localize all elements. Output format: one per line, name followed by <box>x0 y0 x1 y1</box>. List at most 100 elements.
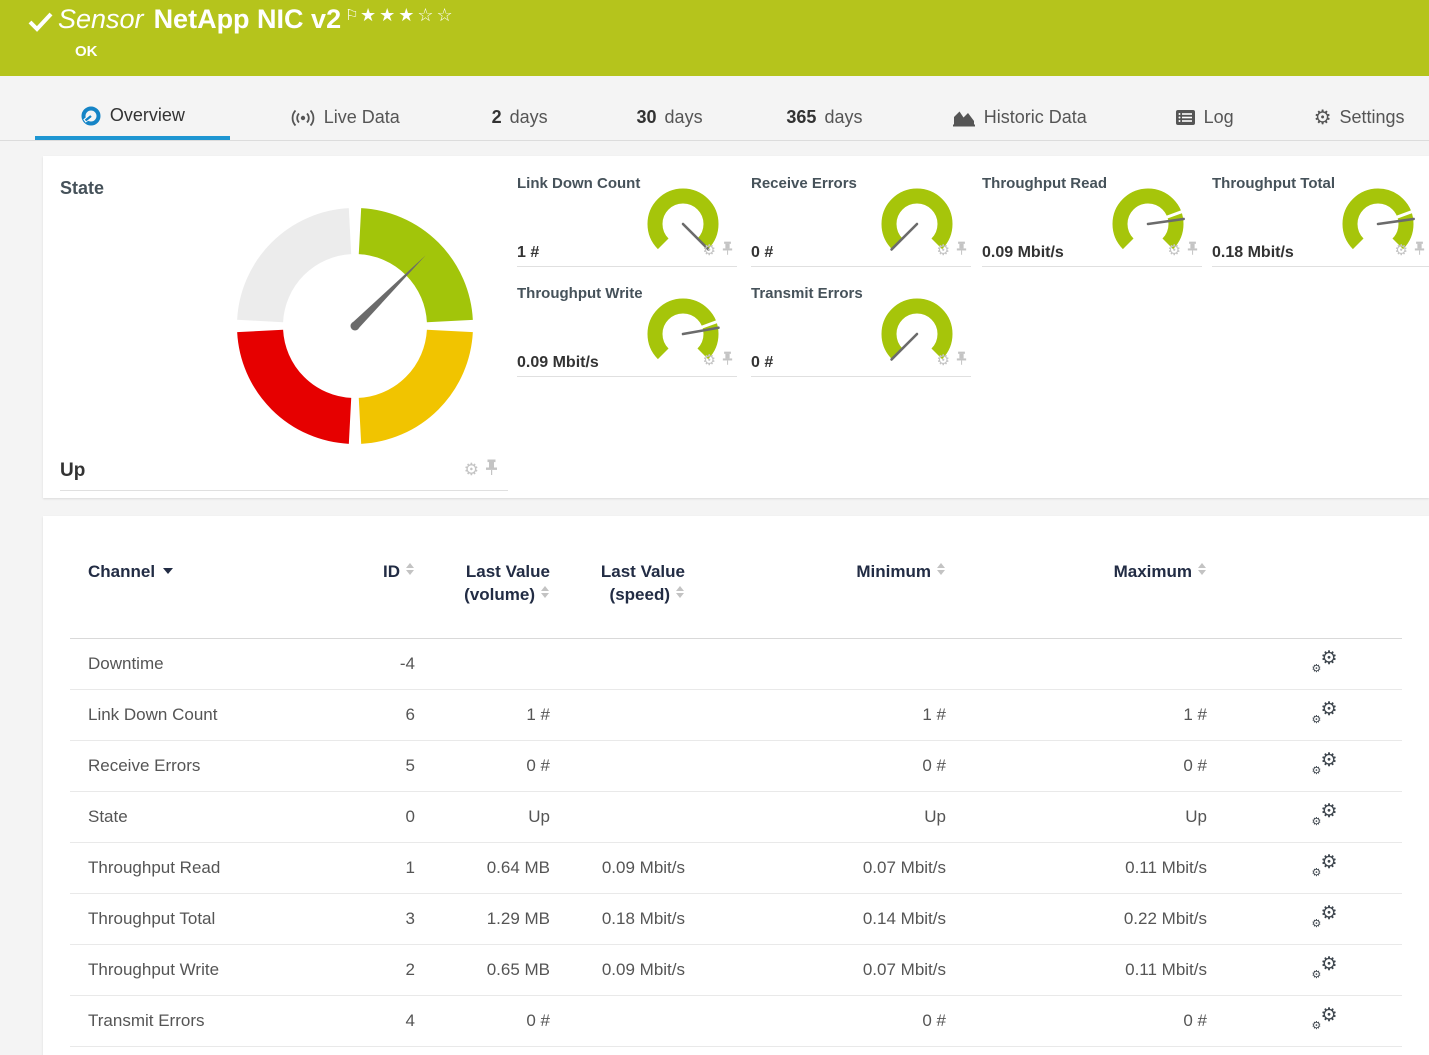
table-row: State 0 Up Up Up ⚙⚙ <box>70 791 1402 842</box>
cell-minimum: 0 # <box>685 995 946 1046</box>
sort-icons <box>1198 563 1207 575</box>
gauge-icon <box>80 105 102 127</box>
cell-channel: Throughput Write <box>70 944 370 995</box>
state-gauge-tile: State Up ⚙ <box>60 168 508 491</box>
column-header-maximum[interactable]: Maximum <box>946 516 1207 638</box>
tab-label: Log <box>1204 107 1234 128</box>
page-title: NetApp NIC v2 <box>154 4 342 34</box>
channel-settings-gears-icon[interactable]: ⚙⚙ <box>1312 955 1338 979</box>
sort-desc-icon <box>163 568 173 574</box>
state-donut-gauge <box>230 201 480 451</box>
priority-stars[interactable]: ★★★☆☆ <box>360 5 456 26</box>
cell-maximum: 0.22 Mbit/s <box>946 893 1207 944</box>
cell-id: 6 <box>370 689 415 740</box>
tab-number: 30 <box>637 107 657 128</box>
cell-last-volume: 1.29 MB <box>415 893 550 944</box>
channel-title: Throughput Read <box>982 175 1107 192</box>
table-row: Throughput Total 3 1.29 MB 0.18 Mbit/s 0… <box>70 893 1402 944</box>
channel-title: Throughput Total <box>1212 175 1335 192</box>
area-chart-icon <box>952 108 976 127</box>
cell-channel: Throughput Total <box>70 893 370 944</box>
tab-log[interactable]: Log <box>1149 95 1259 140</box>
channels-table-panel: Channel ID Last Value (volume) Last Valu… <box>43 516 1429 1055</box>
tab-label: Overview <box>110 105 185 126</box>
column-header-channel[interactable]: Channel <box>70 516 370 638</box>
cell-id: 0 <box>370 791 415 842</box>
cell-maximum: 0 # <box>946 740 1207 791</box>
pin-icon[interactable] <box>956 241 967 260</box>
channel-settings-gears-icon[interactable]: ⚙⚙ <box>1312 751 1338 775</box>
pin-icon[interactable] <box>956 351 967 370</box>
channel-settings-gears-icon[interactable]: ⚙⚙ <box>1312 700 1338 724</box>
channel-last-value: Up <box>60 460 85 482</box>
tab-label: days <box>510 107 548 128</box>
sensor-header: Sensor NetApp NIC v2⚐ ★★★☆☆ OK <box>0 0 1429 76</box>
tab-label: Historic Data <box>984 107 1087 128</box>
column-header-last-value-volume[interactable]: Last Value (volume) <box>415 516 550 638</box>
tab-live-data[interactable]: Live Data <box>260 95 430 140</box>
pin-icon[interactable] <box>1414 241 1425 260</box>
table-row: Downtime -4 ⚙⚙ <box>70 638 1402 689</box>
channel-title: Transmit Errors <box>751 285 863 302</box>
channel-gear-icon[interactable]: ⚙ <box>464 461 479 478</box>
channel-settings-gears-icon[interactable]: ⚙⚙ <box>1312 904 1338 928</box>
tab-label: Settings <box>1340 107 1405 128</box>
cell-last-speed <box>550 995 685 1046</box>
column-header-id[interactable]: ID <box>370 516 415 638</box>
cell-last-speed: 0.18 Mbit/s <box>550 893 685 944</box>
channel-settings-gears-icon[interactable]: ⚙⚙ <box>1312 1006 1338 1030</box>
channel-gear-icon[interactable]: ⚙ <box>703 243 716 258</box>
tab-overview[interactable]: Overview <box>35 95 230 140</box>
status-check-icon <box>28 10 54 39</box>
cell-last-speed <box>550 791 685 842</box>
tab-label: days <box>824 107 862 128</box>
log-icon <box>1175 109 1196 126</box>
cell-last-volume: 0 # <box>415 740 550 791</box>
cell-channel: Transmit Errors <box>70 995 370 1046</box>
cell-last-speed <box>550 740 685 791</box>
table-row: Link Down Count 6 1 # 1 # 1 # ⚙⚙ <box>70 689 1402 740</box>
channel-last-value: 0.09 Mbit/s <box>982 244 1064 262</box>
sort-icons <box>676 586 685 598</box>
tab-30-days[interactable]: 30 days <box>610 95 730 140</box>
flag-icon[interactable]: ⚐ <box>345 7 358 24</box>
cell-last-speed <box>550 689 685 740</box>
cell-maximum: 1 # <box>946 689 1207 740</box>
pin-icon[interactable] <box>485 459 498 480</box>
tab-2-days[interactable]: 2 days <box>460 95 580 140</box>
column-header-minimum[interactable]: Minimum <box>685 516 946 638</box>
cell-maximum: Up <box>946 791 1207 842</box>
status-badge: OK <box>75 43 98 60</box>
channel-gear-icon[interactable]: ⚙ <box>1395 243 1408 258</box>
cell-minimum <box>685 638 946 689</box>
cell-maximum: 0 # <box>946 995 1207 1046</box>
pin-icon[interactable] <box>722 351 733 370</box>
channel-title: Link Down Count <box>517 175 640 192</box>
channel-last-value: 0.09 Mbit/s <box>517 354 599 372</box>
cell-minimum: 0.14 Mbit/s <box>685 893 946 944</box>
channel-gear-icon[interactable]: ⚙ <box>937 353 950 368</box>
pin-icon[interactable] <box>722 241 733 260</box>
cell-channel: State <box>70 791 370 842</box>
channel-settings-gears-icon[interactable]: ⚙⚙ <box>1312 649 1338 673</box>
object-kind-label: Sensor <box>58 4 144 34</box>
channel-gear-icon[interactable]: ⚙ <box>1168 243 1181 258</box>
cell-last-volume <box>415 638 550 689</box>
gauge-tile-receive-errors: Receive Errors 0 # ⚙ <box>751 171 971 267</box>
cell-last-speed: 0.09 Mbit/s <box>550 842 685 893</box>
channel-title: Throughput Write <box>517 285 643 302</box>
cell-minimum: 0 # <box>685 740 946 791</box>
cell-minimum: 0.07 Mbit/s <box>685 842 946 893</box>
channel-settings-gears-icon[interactable]: ⚙⚙ <box>1312 802 1338 826</box>
channel-gear-icon[interactable]: ⚙ <box>937 243 950 258</box>
tab-historic-data[interactable]: Historic Data <box>919 95 1119 140</box>
column-header-last-value-speed[interactable]: Last Value (speed) <box>550 516 685 638</box>
tab-365-days[interactable]: 365 days <box>760 95 890 140</box>
cell-minimum: 1 # <box>685 689 946 740</box>
channel-settings-gears-icon[interactable]: ⚙⚙ <box>1312 853 1338 877</box>
pin-icon[interactable] <box>1187 241 1198 260</box>
channel-last-value: 0 # <box>751 354 773 372</box>
tab-settings[interactable]: ⚙ Settings <box>1289 95 1429 140</box>
channel-gear-icon[interactable]: ⚙ <box>703 353 716 368</box>
cell-maximum: 0.11 Mbit/s <box>946 842 1207 893</box>
